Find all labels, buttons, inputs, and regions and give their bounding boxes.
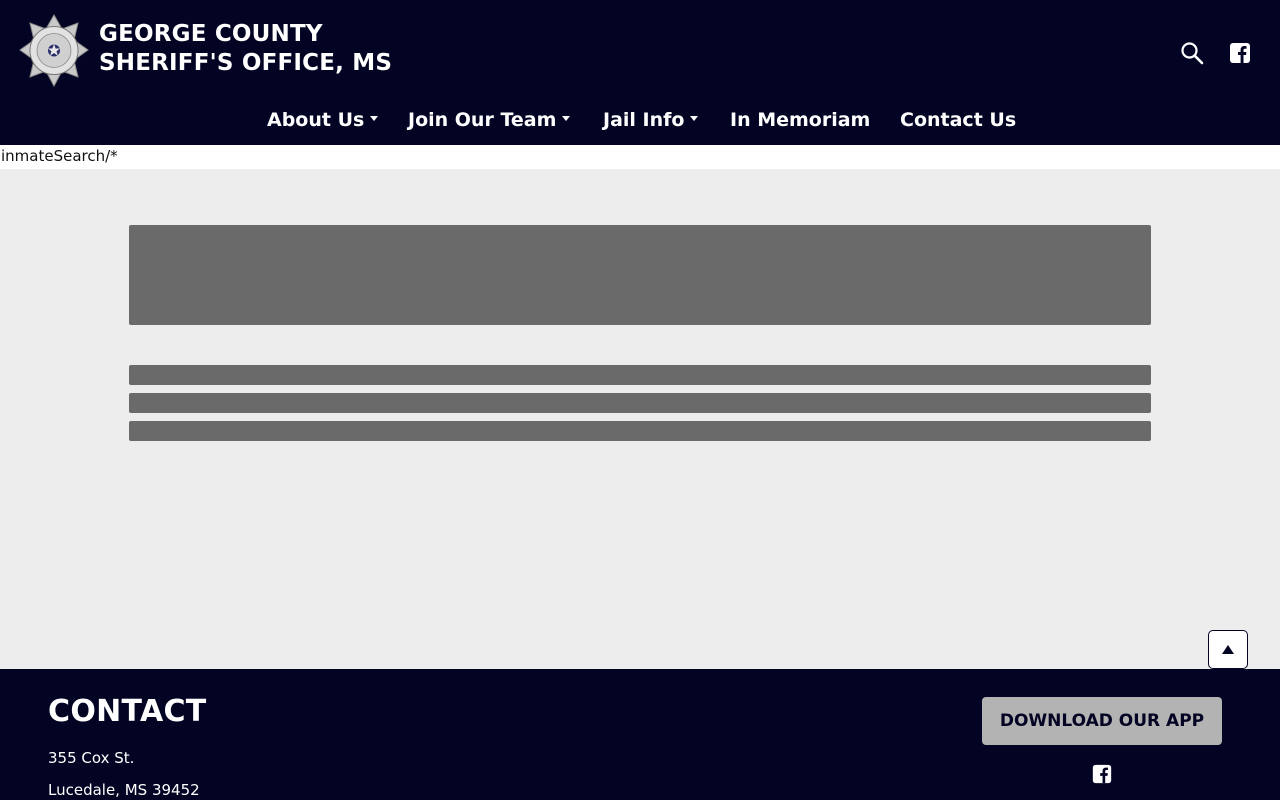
nav-join-our-team[interactable]: Join Our Team (408, 104, 571, 136)
footer-address-line-2: Lucedale, MS 39452 (48, 781, 200, 799)
sheriff-badge-logo[interactable] (18, 13, 90, 88)
chevron-down-icon (562, 116, 571, 121)
nav-about-us[interactable]: About Us (267, 104, 379, 136)
search-icon[interactable] (1180, 41, 1204, 65)
chevron-down-icon (690, 116, 699, 121)
footer-contact-heading: CONTACT (48, 694, 207, 729)
back-to-top-button[interactable] (1208, 630, 1248, 669)
site-header: GEORGE COUNTY SHERIFF'S OFFICE, MS About… (0, 0, 1280, 145)
loading-placeholder-line (129, 365, 1151, 385)
raw-route-text: inmateSearch/* (1, 147, 118, 165)
raw-text-strip: inmateSearch/* (0, 145, 1280, 169)
loading-placeholder-line (129, 421, 1151, 441)
nav-contact-us[interactable]: Contact Us (900, 104, 1016, 136)
nav-about-us-label: About Us (267, 109, 365, 131)
loading-placeholder-line (129, 393, 1151, 413)
nav-contact-us-label: Contact Us (900, 109, 1017, 131)
site-title[interactable]: GEORGE COUNTY SHERIFF'S OFFICE, MS (99, 20, 392, 78)
facebook-icon[interactable] (1091, 763, 1113, 785)
nav-jail-info[interactable]: Jail Info (603, 104, 699, 136)
site-footer: CONTACT 355 Cox St. Lucedale, MS 39452 D… (0, 669, 1280, 800)
nav-in-memoriam[interactable]: In Memoriam (730, 104, 870, 136)
main-navigation: About Us Join Our Team Jail Info In Memo… (0, 104, 1280, 138)
main-content (0, 169, 1280, 669)
facebook-icon[interactable] (1228, 41, 1252, 65)
chevron-down-icon (370, 116, 379, 121)
nav-jail-info-label: Jail Info (603, 109, 685, 131)
loading-placeholder-hero (129, 225, 1151, 325)
site-title-line-1: GEORGE COUNTY (99, 21, 323, 47)
nav-in-memoriam-label: In Memoriam (730, 109, 871, 131)
footer-address-line-1: 355 Cox St. (48, 749, 135, 767)
download-app-button[interactable]: DOWNLOAD OUR APP (982, 697, 1222, 745)
site-title-line-2: SHERIFF'S OFFICE, MS (99, 50, 393, 76)
arrow-up-icon (1222, 645, 1234, 654)
nav-join-our-team-label: Join Our Team (408, 109, 557, 131)
